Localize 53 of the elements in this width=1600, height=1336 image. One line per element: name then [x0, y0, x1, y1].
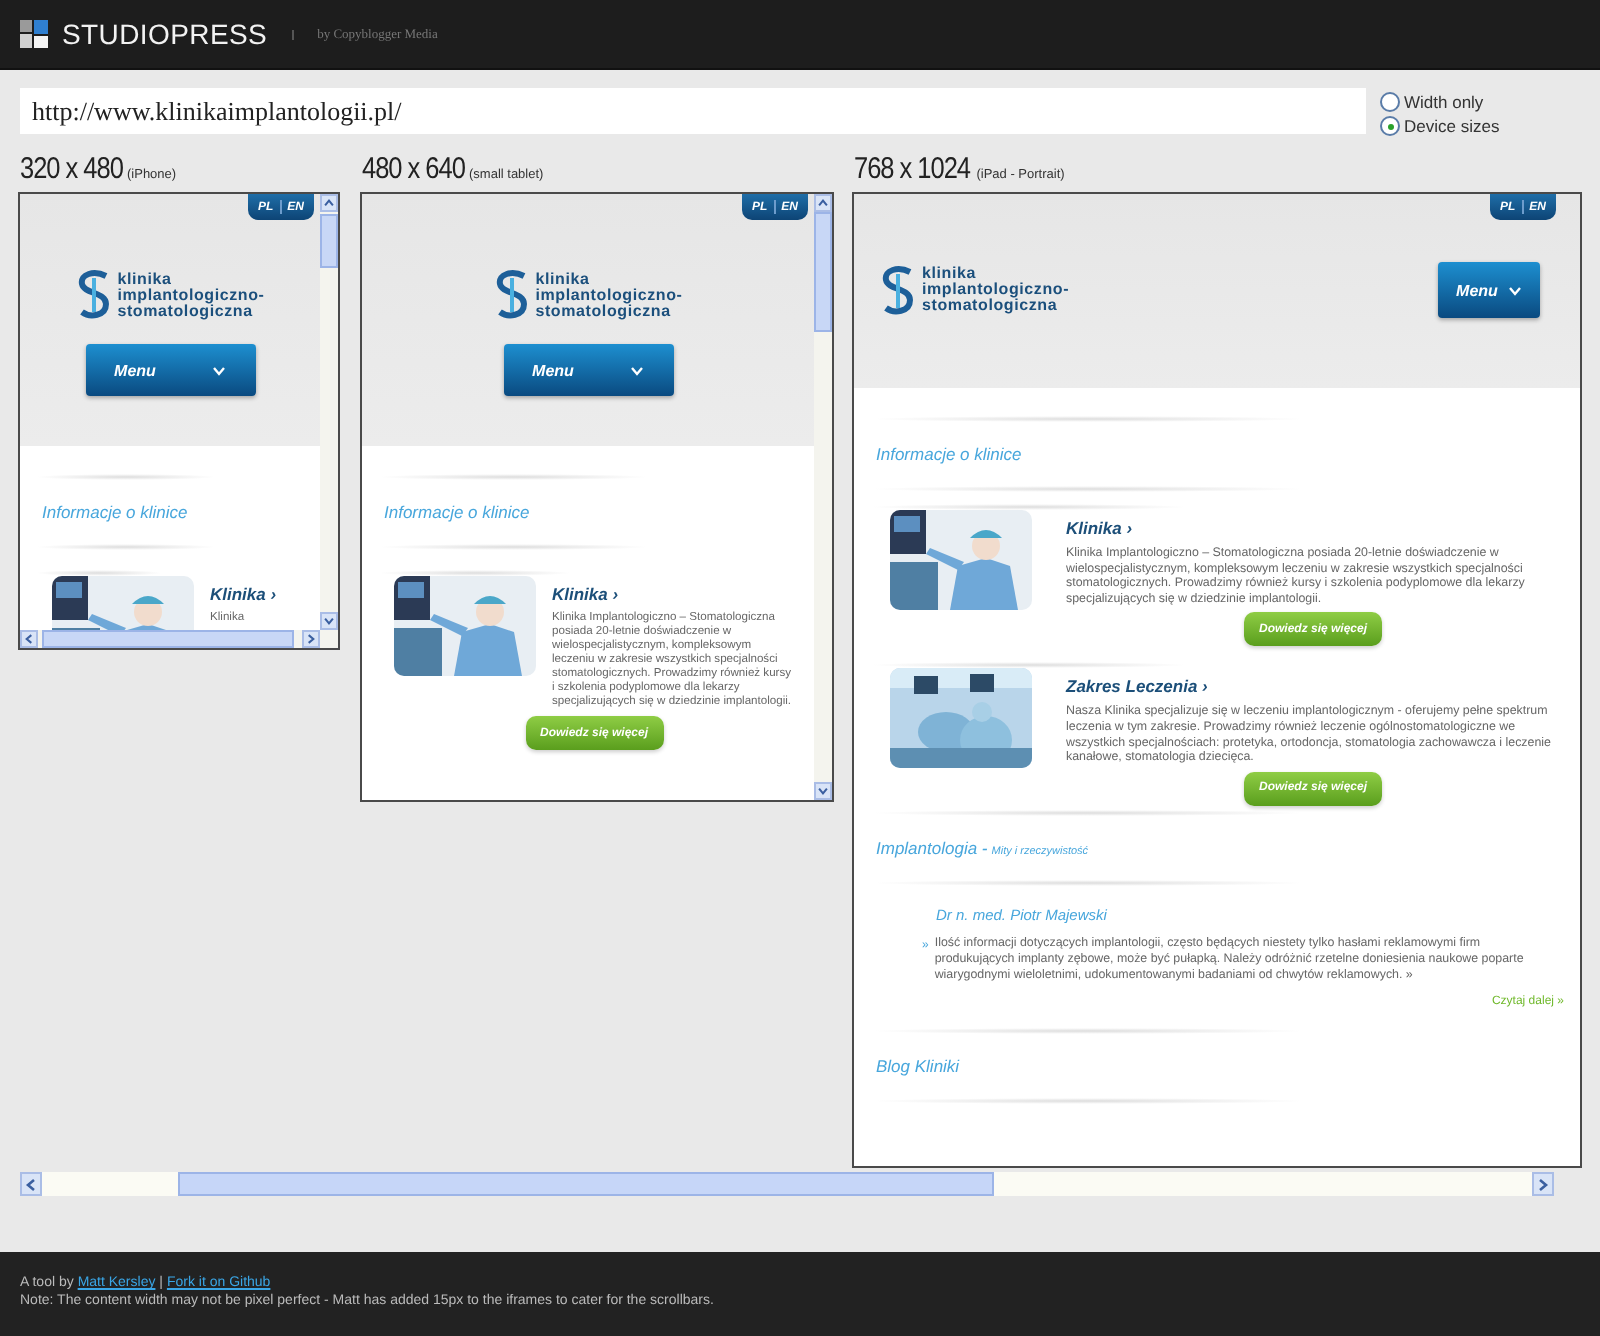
chevron-down-icon	[211, 365, 226, 375]
device-size: 768 x 1024	[854, 152, 970, 186]
vertical-scrollbar[interactable]	[814, 194, 832, 800]
scroll-left-button[interactable]	[20, 1172, 42, 1196]
logo-icon	[75, 270, 112, 320]
scrollbar-thumb[interactable]	[320, 214, 338, 268]
logo-text: klinika	[535, 271, 592, 287]
logo-icon	[20, 20, 48, 48]
scroll-down-button[interactable]	[320, 612, 338, 630]
logo-text: implantologiczno-	[535, 287, 683, 303]
scroll-right-button[interactable]	[1532, 1172, 1554, 1196]
radio-button[interactable]	[1380, 116, 1400, 136]
vertical-scrollbar[interactable]	[320, 194, 338, 630]
logo-text: implantologiczno-	[922, 282, 1070, 298]
device-size: 320 x 480	[20, 152, 123, 186]
section-heading: Informacje o klinice	[42, 502, 188, 522]
section-heading: Informacje o klinice	[384, 502, 530, 522]
logo-text: stomatologiczna	[535, 303, 671, 319]
scroll-right-button[interactable]	[302, 630, 320, 648]
scrollbar-thumb[interactable]	[814, 212, 832, 332]
section-heading: Blog Kliniki	[876, 1055, 960, 1076]
scroll-down-button[interactable]	[814, 782, 832, 800]
horizontal-scrollbar[interactable]	[20, 630, 338, 648]
menu-button[interactable]: Menu	[85, 344, 255, 396]
logo-text: stomatologiczna	[922, 298, 1058, 314]
article-title[interactable]: Klinika ›	[552, 576, 794, 604]
logo-text: stomatologiczna	[117, 303, 253, 319]
radio-label[interactable]: Width only	[1404, 92, 1484, 112]
logo-text: klinika	[117, 271, 174, 287]
url-field[interactable]: http://www.klinikaimplantologii.pl/	[20, 88, 1366, 134]
article-title[interactable]: Klinika ›	[210, 576, 300, 604]
article-title[interactable]: Zakres Leczenia ›	[1066, 668, 1560, 697]
menu-button[interactable]: Menu	[503, 344, 673, 396]
logo-icon	[880, 265, 916, 315]
chevron-down-icon	[629, 365, 644, 375]
logo-text: klinika	[922, 266, 979, 282]
logo-icon	[493, 270, 530, 320]
scrollbar-thumb[interactable]	[178, 1172, 994, 1196]
section-heading: Informacje o klinice	[876, 444, 1022, 464]
article-title[interactable]: Klinika ›	[1066, 510, 1560, 538]
scroll-up-button[interactable]	[320, 194, 338, 212]
section-heading: Implantologia -	[876, 837, 988, 858]
scroll-left-button[interactable]	[20, 630, 38, 648]
radio-label[interactable]: Device sizes	[1404, 116, 1500, 136]
scrollbar-thumb[interactable]	[42, 630, 294, 648]
brand-name: STUDIOPRESS	[62, 18, 268, 50]
scroll-up-button[interactable]	[814, 194, 832, 212]
radio-button[interactable]	[1380, 92, 1400, 112]
device-size: 480 x 640	[362, 152, 465, 186]
logo-text: implantologiczno-	[117, 287, 265, 303]
horizontal-scrollbar[interactable]	[20, 1172, 1554, 1196]
chevron-down-icon	[1507, 285, 1522, 295]
menu-button[interactable]: Menu	[1438, 262, 1540, 318]
